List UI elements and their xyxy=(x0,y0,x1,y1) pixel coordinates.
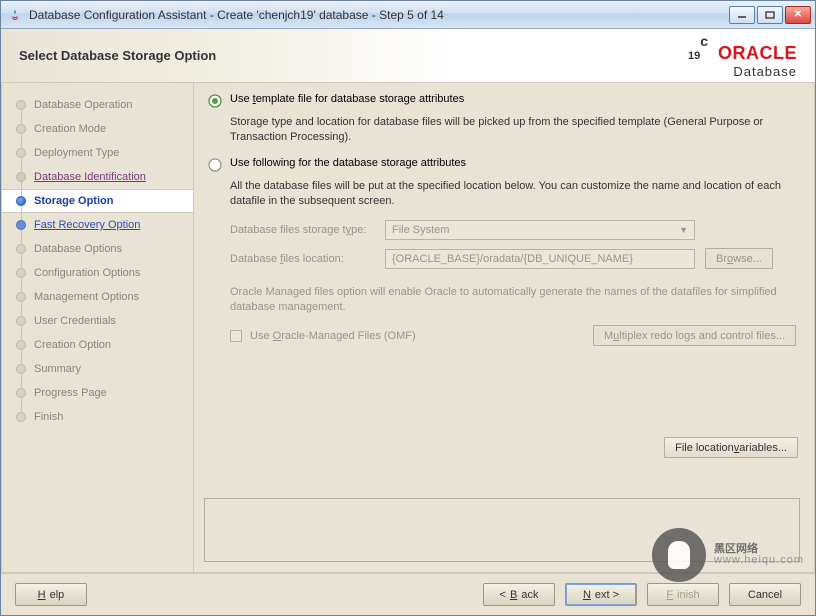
step-label: Creation Option xyxy=(34,339,111,351)
step-label: Progress Page xyxy=(34,387,107,399)
step-label: Database Operation xyxy=(34,99,132,111)
content-panel: Use template file for database storage a… xyxy=(194,83,814,572)
radio-use-following-label: Use following for the database storage a… xyxy=(230,157,466,169)
multiplex-button: Multiplex redo logs and control files... xyxy=(593,325,796,346)
step-label: Management Options xyxy=(34,291,139,303)
omf-label: Use Oracle-Managed Files (OMF) xyxy=(250,330,416,342)
file-location-variables-button[interactable]: File location variables... xyxy=(664,437,798,458)
titlebar: Database Configuration Assistant - Creat… xyxy=(1,1,815,29)
files-location-input: {ORACLE_BASE}/oradata/{DB_UNIQUE_NAME} xyxy=(385,249,695,269)
window-title: Database Configuration Assistant - Creat… xyxy=(29,8,729,22)
radio-use-template[interactable] xyxy=(208,94,222,111)
wizard-step-creation-option: Creation Option xyxy=(2,333,193,357)
wizard-step-fast-recovery-option[interactable]: Fast Recovery Option xyxy=(2,213,193,237)
next-button[interactable]: Next > xyxy=(565,583,637,606)
step-label[interactable]: Fast Recovery Option xyxy=(34,219,140,231)
use-template-description: Storage type and location for database f… xyxy=(230,115,790,145)
back-button[interactable]: < Back xyxy=(483,583,555,606)
java-icon xyxy=(7,7,23,23)
maximize-button[interactable] xyxy=(757,6,783,24)
oracle-brand: 19c ORACLE Database xyxy=(688,33,797,79)
radio-use-template-label: Use template file for database storage a… xyxy=(230,93,464,105)
radio-use-following[interactable] xyxy=(208,158,222,175)
page-title: Select Database Storage Option xyxy=(19,48,688,63)
step-label: Database Options xyxy=(34,243,122,255)
wizard-step-database-options: Database Options xyxy=(2,237,193,261)
step-label: Summary xyxy=(34,363,81,375)
cancel-button[interactable]: Cancel xyxy=(729,583,801,606)
wizard-steps-sidebar: Database Operation Creation Mode Deploymen… xyxy=(2,83,194,572)
browse-button: Browse... xyxy=(705,248,773,269)
header: Select Database Storage Option 19c ORACL… xyxy=(1,29,815,83)
step-label: Finish xyxy=(34,411,63,423)
wizard-step-database-operation: Database Operation xyxy=(2,93,193,117)
minimize-button[interactable] xyxy=(729,6,755,24)
wizard-step-user-credentials: User Credentials xyxy=(2,309,193,333)
step-label: Configuration Options xyxy=(34,267,140,279)
use-following-description: All the database files will be put at th… xyxy=(230,179,790,209)
wizard-step-deployment-type: Deployment Type xyxy=(2,141,193,165)
chevron-down-icon: ▼ xyxy=(679,225,688,235)
wizard-step-configuration-options: Configuration Options xyxy=(2,261,193,285)
omf-checkbox xyxy=(230,330,242,342)
storage-type-combo: File System ▼ xyxy=(385,220,695,240)
step-label[interactable]: Database Identification xyxy=(34,171,146,183)
step-label: Deployment Type xyxy=(34,147,119,159)
files-location-label: Database files location: xyxy=(230,253,375,265)
storage-type-label: Database files storage type: xyxy=(230,224,375,236)
wizard-step-creation-mode: Creation Mode xyxy=(2,117,193,141)
step-label: User Credentials xyxy=(34,315,116,327)
message-area xyxy=(204,498,800,562)
step-label: Creation Mode xyxy=(34,123,106,135)
wizard-step-database-identification[interactable]: Database Identification xyxy=(2,165,193,189)
step-label: Storage Option xyxy=(34,195,113,207)
wizard-step-finish: Finish xyxy=(2,405,193,429)
wizard-step-progress-page: Progress Page xyxy=(2,381,193,405)
omf-description: Oracle Managed files option will enable … xyxy=(230,285,790,315)
finish-button: Finish xyxy=(647,583,719,606)
footer: Help < Back Next > Finish Cancel xyxy=(1,573,815,615)
wizard-step-storage-option: Storage Option xyxy=(2,189,193,213)
wizard-step-summary: Summary xyxy=(2,357,193,381)
close-button[interactable]: ✕ xyxy=(785,6,811,24)
wizard-step-management-options: Management Options xyxy=(2,285,193,309)
help-button[interactable]: Help xyxy=(15,583,87,606)
